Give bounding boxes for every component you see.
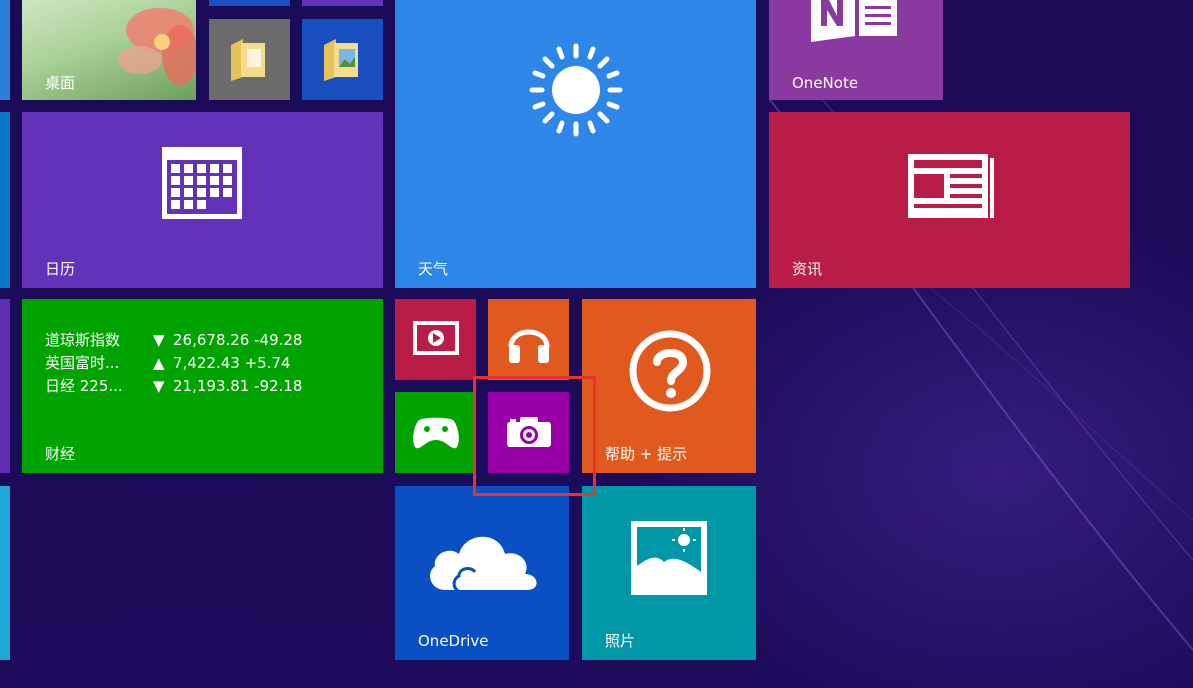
- news-icon: [908, 154, 994, 218]
- weather-tile-label: 天气: [418, 260, 449, 278]
- file-explorer-tile-2[interactable]: [302, 19, 383, 100]
- photos-tile[interactable]: 照片: [582, 486, 756, 660]
- question-mark-icon: [629, 330, 711, 412]
- finance-tile[interactable]: 道琼斯指数 ▼ 26,678.26 -49.28 英国富时... ▲ 7,422…: [22, 299, 383, 473]
- finance-quote-row: 道琼斯指数 ▼ 26,678.26 -49.28: [45, 329, 302, 352]
- headphones-icon: [508, 329, 550, 363]
- onenote-tile[interactable]: OneNote: [769, 0, 943, 100]
- folder-icon: [231, 39, 265, 81]
- quote-direction-icon: ▼: [153, 377, 165, 395]
- onedrive-tile[interactable]: OneDrive: [395, 486, 569, 660]
- onenote-tile-label: OneNote: [792, 74, 859, 92]
- edge-tile-3[interactable]: [0, 299, 10, 473]
- calendar-tile[interactable]: 日历: [22, 112, 383, 288]
- photos-icon: [631, 521, 707, 595]
- onenote-icon: [811, 0, 897, 42]
- calendar-tile-label: 日历: [45, 260, 76, 278]
- quote-direction-icon: ▼: [153, 331, 165, 349]
- partial-tile-top-2[interactable]: [302, 0, 383, 6]
- help-tips-tile[interactable]: 帮助 + 提示: [582, 299, 756, 473]
- news-tile-label: 资讯: [792, 260, 823, 278]
- flower-wallpaper-icon: [118, 8, 196, 85]
- finance-tile-label: 财经: [45, 445, 76, 463]
- onedrive-tile-label: OneDrive: [418, 632, 489, 650]
- desktop-tile-label: 桌面: [45, 74, 76, 92]
- quote-value: 21,193.81 -92.18: [173, 377, 303, 395]
- games-tile[interactable]: [395, 392, 476, 473]
- quote-name: 道琼斯指数: [45, 331, 121, 349]
- camera-tile[interactable]: [488, 392, 569, 473]
- sun-icon: [529, 43, 623, 137]
- music-tile[interactable]: [488, 299, 569, 380]
- partial-tile-top-1[interactable]: [209, 0, 290, 6]
- quote-value: 26,678.26 -49.28: [173, 331, 303, 349]
- file-explorer-tile[interactable]: [209, 19, 290, 100]
- quote-value: 7,422.43 +5.74: [173, 354, 291, 372]
- calendar-icon: [162, 147, 242, 219]
- edge-tile-4[interactable]: [0, 486, 10, 660]
- edge-tile-1[interactable]: [0, 0, 10, 100]
- finance-quotes: 道琼斯指数 ▼ 26,678.26 -49.28 英国富时... ▲ 7,422…: [45, 329, 302, 398]
- quote-direction-icon: ▲: [153, 354, 165, 372]
- quote-name: 日经 225...: [45, 377, 123, 395]
- game-controller-icon: [413, 417, 459, 449]
- news-tile[interactable]: 资讯: [769, 112, 1130, 288]
- onedrive-cloud-icon: [430, 536, 537, 594]
- photos-tile-label: 照片: [605, 632, 636, 650]
- video-play-icon: [413, 321, 459, 355]
- quote-name: 英国富时...: [45, 354, 120, 372]
- help-tips-tile-label: 帮助 + 提示: [605, 445, 688, 463]
- camera-icon: [507, 417, 551, 447]
- weather-tile[interactable]: 天气: [395, 0, 756, 288]
- folder-pictures-icon: [324, 39, 358, 81]
- finance-quote-row: 日经 225... ▼ 21,193.81 -92.18: [45, 375, 302, 398]
- video-tile[interactable]: [395, 299, 476, 380]
- desktop-tile[interactable]: 桌面: [22, 0, 196, 100]
- edge-tile-2[interactable]: [0, 112, 10, 288]
- finance-quote-row: 英国富时... ▲ 7,422.43 +5.74: [45, 352, 302, 375]
